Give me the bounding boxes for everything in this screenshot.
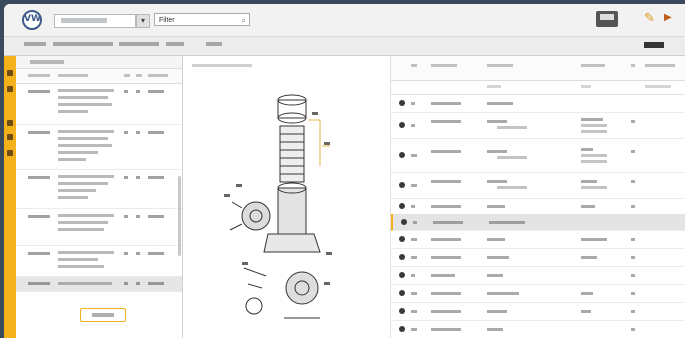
breadcrumb-bar — [4, 37, 685, 56]
load-more-button[interactable] — [80, 308, 126, 322]
app-window: VW ▾ Filter ⌕ ✎ ▶ — [4, 4, 685, 338]
logo-text: VW — [24, 14, 41, 24]
group-list-header — [16, 56, 182, 69]
table-row[interactable] — [391, 302, 685, 321]
chevron-down-icon[interactable]: ▾ — [136, 14, 150, 28]
table-row[interactable] — [391, 198, 685, 215]
rail-settings-icon[interactable] — [7, 150, 13, 156]
table-row[interactable] — [391, 230, 685, 249]
group-list-panel — [16, 56, 183, 338]
table-row[interactable] — [391, 266, 685, 285]
list-item[interactable] — [16, 209, 182, 246]
filter-placeholder: Filter — [159, 17, 175, 24]
arrow-right-icon[interactable]: ▶ — [664, 12, 672, 23]
table-row[interactable] — [391, 248, 685, 267]
print-icon[interactable] — [596, 11, 618, 27]
table-row[interactable] — [391, 94, 685, 113]
scrollbar[interactable] — [178, 176, 181, 256]
list-item[interactable] — [16, 170, 182, 209]
pencil-icon[interactable]: ✎ — [644, 10, 656, 28]
side-rail — [4, 56, 16, 338]
group-list-columns — [16, 69, 182, 84]
rail-home-icon[interactable] — [7, 70, 13, 76]
model-select[interactable] — [54, 14, 136, 28]
exploded-view-drawing[interactable] — [184, 56, 390, 338]
table-row[interactable] — [391, 172, 685, 199]
brand-mark — [644, 42, 664, 48]
table-row-selected[interactable] — [391, 214, 685, 231]
search-icon[interactable]: ⌕ — [242, 14, 246, 27]
rail-cart-icon[interactable] — [7, 134, 13, 140]
table-row[interactable] — [391, 112, 685, 139]
table-row[interactable] — [391, 284, 685, 303]
vw-logo-icon: VW — [22, 10, 42, 30]
tab-diagram[interactable] — [206, 42, 227, 48]
filter-input[interactable]: Filter ⌕ — [154, 13, 250, 26]
table-row[interactable] — [391, 138, 685, 173]
top-toolbar: VW ▾ Filter ⌕ ✎ ▶ — [4, 4, 685, 37]
window-frame: VW ▾ Filter ⌕ ✎ ▶ — [0, 0, 685, 338]
list-item[interactable] — [16, 125, 182, 170]
rail-list-icon[interactable] — [7, 86, 13, 92]
parts-table — [391, 56, 685, 338]
table-subheader — [391, 80, 685, 95]
table-row[interactable] — [391, 320, 685, 338]
list-item[interactable] — [16, 246, 182, 277]
table-header — [391, 56, 685, 81]
list-item[interactable] — [16, 84, 182, 125]
parts-diagram — [184, 56, 391, 338]
model-select-value — [61, 18, 107, 23]
breadcrumb[interactable] — [24, 42, 189, 50]
list-item-selected[interactable] — [16, 277, 182, 292]
rail-parts-icon[interactable] — [7, 120, 13, 126]
